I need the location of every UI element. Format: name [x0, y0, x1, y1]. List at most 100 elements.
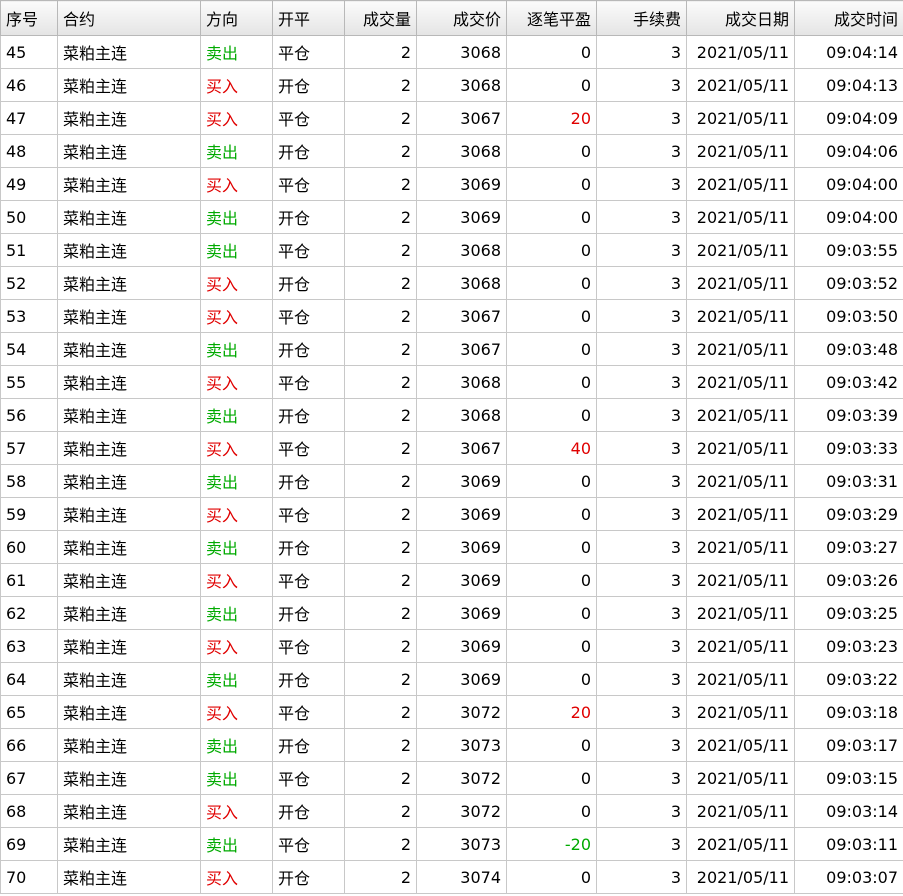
price-cell: 3067 [416, 299, 507, 333]
table-row[interactable]: 57 菜粕主连 买入 平仓 2 3067 40 3 2021/05/11 09:03:33 [0, 431, 903, 465]
date-cell: 2021/05/11 [686, 761, 795, 795]
volume-cell: 2 [344, 299, 417, 333]
seq-cell: 65 [0, 695, 58, 729]
pnl-cell: 0 [506, 266, 597, 300]
direction-cell: 买入 [200, 563, 273, 597]
contract-cell: 菜粕主连 [57, 563, 201, 597]
table-row[interactable]: 50 菜粕主连 卖出 开仓 2 3069 0 3 2021/05/11 09:04:00 [0, 200, 903, 234]
table-row[interactable]: 69 菜粕主连 卖出 平仓 2 3073 -20 3 2021/05/11 09:03:11 [0, 827, 903, 861]
volume-cell: 2 [344, 464, 417, 498]
column-header-direction[interactable]: 方向 [200, 0, 273, 36]
column-header-fee[interactable]: 手续费 [596, 0, 687, 36]
table-row[interactable]: 54 菜粕主连 卖出 开仓 2 3067 0 3 2021/05/11 09:03:48 [0, 332, 903, 366]
volume-cell: 2 [344, 497, 417, 531]
table-row[interactable]: 59 菜粕主连 买入 平仓 2 3069 0 3 2021/05/11 09:03:29 [0, 497, 903, 531]
seq-cell: 62 [0, 596, 58, 630]
pnl-cell: 20 [506, 101, 597, 135]
table-body: 45 菜粕主连 卖出 平仓 2 3068 0 3 2021/05/11 09:04:14 46 菜粕主… [0, 35, 903, 894]
price-cell: 3073 [416, 827, 507, 861]
table-row[interactable]: 53 菜粕主连 买入 平仓 2 3067 0 3 2021/05/11 09:03:50 [0, 299, 903, 333]
direction-cell: 卖出 [200, 35, 273, 69]
contract-cell: 菜粕主连 [57, 662, 201, 696]
contract-cell: 菜粕主连 [57, 167, 201, 201]
contract-cell: 菜粕主连 [57, 794, 201, 828]
volume-cell: 2 [344, 233, 417, 267]
date-cell: 2021/05/11 [686, 530, 795, 564]
table-row[interactable]: 51 菜粕主连 卖出 平仓 2 3068 0 3 2021/05/11 09:03:55 [0, 233, 903, 267]
volume-cell: 2 [344, 728, 417, 762]
seq-cell: 48 [0, 134, 58, 168]
date-cell: 2021/05/11 [686, 695, 795, 729]
direction-cell: 买入 [200, 794, 273, 828]
column-header-price[interactable]: 成交价 [416, 0, 507, 36]
column-header-time[interactable]: 成交时间 [794, 0, 903, 36]
volume-cell: 2 [344, 332, 417, 366]
open-close-cell: 开仓 [272, 794, 345, 828]
open-close-cell: 开仓 [272, 596, 345, 630]
price-cell: 3069 [416, 530, 507, 564]
table-row[interactable]: 52 菜粕主连 买入 开仓 2 3068 0 3 2021/05/11 09:03:52 [0, 266, 903, 300]
open-close-cell: 开仓 [272, 860, 345, 894]
table-row[interactable]: 61 菜粕主连 买入 平仓 2 3069 0 3 2021/05/11 09:03:26 [0, 563, 903, 597]
table-row[interactable]: 48 菜粕主连 卖出 开仓 2 3068 0 3 2021/05/11 09:04:06 [0, 134, 903, 168]
volume-cell: 2 [344, 101, 417, 135]
price-cell: 3069 [416, 596, 507, 630]
table-row[interactable]: 65 菜粕主连 买入 平仓 2 3072 20 3 2021/05/11 09:03:18 [0, 695, 903, 729]
table-row[interactable]: 70 菜粕主连 买入 开仓 2 3074 0 3 2021/05/11 09:03:07 [0, 860, 903, 894]
price-cell: 3067 [416, 431, 507, 465]
fee-cell: 3 [596, 563, 687, 597]
open-close-cell: 平仓 [272, 431, 345, 465]
table-row[interactable]: 55 菜粕主连 买入 平仓 2 3068 0 3 2021/05/11 09:03:42 [0, 365, 903, 399]
table-row[interactable]: 64 菜粕主连 卖出 开仓 2 3069 0 3 2021/05/11 09:03:22 [0, 662, 903, 696]
direction-cell: 卖出 [200, 761, 273, 795]
volume-cell: 2 [344, 530, 417, 564]
table-row[interactable]: 46 菜粕主连 买入 开仓 2 3068 0 3 2021/05/11 09:04:13 [0, 68, 903, 102]
table-row[interactable]: 45 菜粕主连 卖出 平仓 2 3068 0 3 2021/05/11 09:04:14 [0, 35, 903, 69]
price-cell: 3069 [416, 497, 507, 531]
column-header-open-close[interactable]: 开平 [272, 0, 345, 36]
pnl-cell: 0 [506, 860, 597, 894]
price-cell: 3068 [416, 35, 507, 69]
price-cell: 3068 [416, 398, 507, 432]
direction-cell: 买入 [200, 167, 273, 201]
pnl-cell: 0 [506, 200, 597, 234]
time-cell: 09:03:39 [794, 398, 903, 432]
table-row[interactable]: 68 菜粕主连 买入 开仓 2 3072 0 3 2021/05/11 09:03:14 [0, 794, 903, 828]
table-row[interactable]: 67 菜粕主连 卖出 平仓 2 3072 0 3 2021/05/11 09:03:15 [0, 761, 903, 795]
volume-cell: 2 [344, 662, 417, 696]
fee-cell: 3 [596, 134, 687, 168]
time-cell: 09:03:42 [794, 365, 903, 399]
contract-cell: 菜粕主连 [57, 761, 201, 795]
fee-cell: 3 [596, 497, 687, 531]
table-row[interactable]: 66 菜粕主连 卖出 开仓 2 3073 0 3 2021/05/11 09:03:17 [0, 728, 903, 762]
table-row[interactable]: 60 菜粕主连 卖出 开仓 2 3069 0 3 2021/05/11 09:03:27 [0, 530, 903, 564]
contract-cell: 菜粕主连 [57, 266, 201, 300]
pnl-cell: 40 [506, 431, 597, 465]
column-header-volume[interactable]: 成交量 [344, 0, 417, 36]
time-cell: 09:03:18 [794, 695, 903, 729]
table-row[interactable]: 62 菜粕主连 卖出 开仓 2 3069 0 3 2021/05/11 09:03:25 [0, 596, 903, 630]
table-row[interactable]: 56 菜粕主连 卖出 开仓 2 3068 0 3 2021/05/11 09:03:39 [0, 398, 903, 432]
fee-cell: 3 [596, 695, 687, 729]
volume-cell: 2 [344, 563, 417, 597]
price-cell: 3068 [416, 365, 507, 399]
column-header-pnl[interactable]: 逐笔平盈 [506, 0, 597, 36]
table-row[interactable]: 58 菜粕主连 卖出 开仓 2 3069 0 3 2021/05/11 09:03:31 [0, 464, 903, 498]
pnl-cell: 0 [506, 596, 597, 630]
pnl-cell: 0 [506, 464, 597, 498]
table-row[interactable]: 63 菜粕主连 买入 平仓 2 3069 0 3 2021/05/11 09:03:23 [0, 629, 903, 663]
table-row[interactable]: 49 菜粕主连 买入 平仓 2 3069 0 3 2021/05/11 09:04:00 [0, 167, 903, 201]
column-header-contract[interactable]: 合约 [57, 0, 201, 36]
column-header-date[interactable]: 成交日期 [686, 0, 795, 36]
pnl-cell: -20 [506, 827, 597, 861]
price-cell: 3069 [416, 464, 507, 498]
contract-cell: 菜粕主连 [57, 101, 201, 135]
direction-cell: 卖出 [200, 464, 273, 498]
column-header-seq[interactable]: 序号 [0, 0, 58, 36]
table-row[interactable]: 47 菜粕主连 买入 平仓 2 3067 20 3 2021/05/11 09:04:09 [0, 101, 903, 135]
open-close-cell: 开仓 [272, 68, 345, 102]
seq-cell: 68 [0, 794, 58, 828]
time-cell: 09:03:33 [794, 431, 903, 465]
direction-cell: 买入 [200, 365, 273, 399]
time-cell: 09:04:06 [794, 134, 903, 168]
